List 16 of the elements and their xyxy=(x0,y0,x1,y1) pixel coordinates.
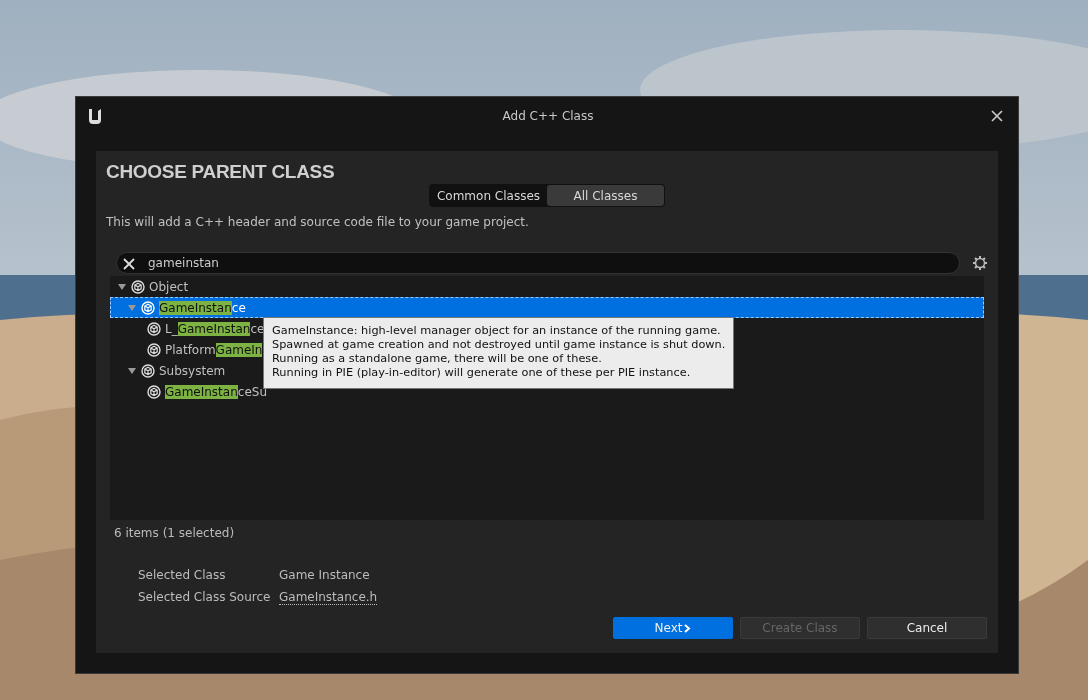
class-name: Object xyxy=(149,279,189,294)
tooltip-line: Running as a standalone game, there will be one of these. xyxy=(272,352,603,366)
class-name: PlatformGameIn xyxy=(165,342,263,357)
tooltip-line: Spawned at game creation and not destroyed until game instance is shut down. xyxy=(272,338,726,352)
section-heading: CHOOSE PARENT CLASS xyxy=(106,161,336,183)
class-name: Subsystem xyxy=(159,363,226,378)
class-name: GameInstance xyxy=(159,300,246,315)
tooltip-line: Running in PIE (play-in-editor) will generate one of these per PIE instance. xyxy=(272,366,692,380)
description-text: This will add a C++ header and source code file to your game project. xyxy=(106,215,530,229)
detail-label: Selected Class xyxy=(138,568,227,582)
class-name: GameInstanceSu xyxy=(165,384,267,399)
tooltip-line: GameInstance: high-level manager object for an instance of the running game. xyxy=(272,324,722,338)
window-title: Add C++ Class xyxy=(502,109,594,123)
detail-value: Game Instance xyxy=(279,568,370,582)
detail-label: Selected Class Source xyxy=(138,590,272,605)
item-count: 6 items (1 selected) xyxy=(114,526,236,540)
